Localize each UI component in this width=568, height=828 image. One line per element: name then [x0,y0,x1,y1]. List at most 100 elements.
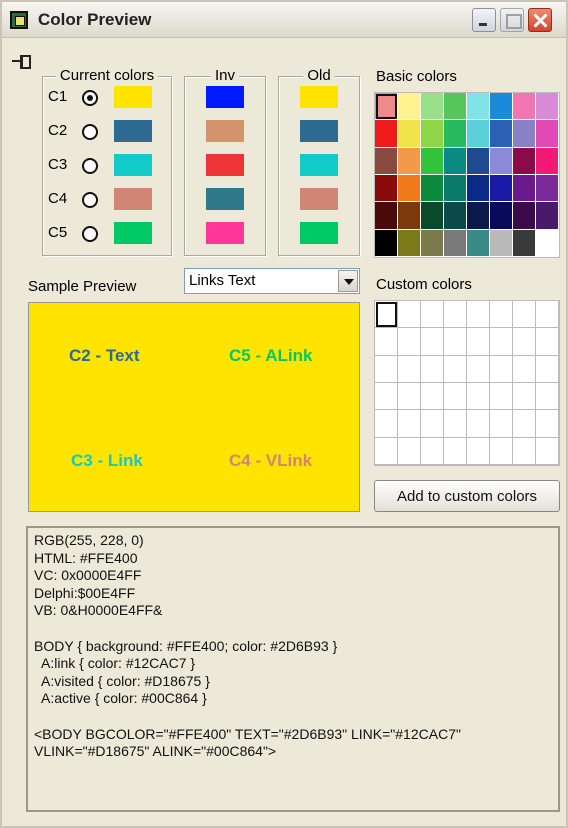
custom-color-cell[interactable] [444,301,467,329]
title-bar[interactable]: Color Preview [2,2,566,38]
inv-color-swatch[interactable] [206,120,244,142]
custom-color-cell[interactable] [375,383,398,411]
basic-color-cell[interactable] [421,229,444,257]
basic-color-cell[interactable] [467,93,490,121]
custom-color-cell[interactable] [467,301,490,329]
custom-color-cell[interactable] [467,437,490,465]
basic-color-cell[interactable] [444,202,467,230]
custom-color-cell[interactable] [536,383,559,411]
old-color-swatch[interactable] [300,86,338,108]
basic-color-cell[interactable] [375,175,398,203]
custom-color-cell[interactable] [398,383,421,411]
custom-color-cell[interactable] [398,410,421,438]
old-color-swatch[interactable] [300,222,338,244]
custom-color-cell[interactable] [467,355,490,383]
current-color-swatch[interactable] [114,222,152,244]
custom-color-cell[interactable] [513,301,536,329]
basic-color-cell[interactable] [513,229,536,257]
minimize-button[interactable] [472,8,496,32]
basic-color-cell[interactable] [444,175,467,203]
custom-color-cell[interactable] [490,410,513,438]
basic-color-cell[interactable] [375,93,398,121]
inv-color-swatch[interactable] [206,86,244,108]
custom-color-cell[interactable] [421,355,444,383]
custom-color-cell[interactable] [398,437,421,465]
basic-color-cell[interactable] [375,229,398,257]
custom-color-cell[interactable] [375,437,398,465]
basic-color-cell[interactable] [467,120,490,148]
inv-color-swatch[interactable] [206,154,244,176]
current-color-swatch[interactable] [114,188,152,210]
basic-color-cell[interactable] [444,147,467,175]
old-color-swatch[interactable] [300,154,338,176]
basic-color-cell[interactable] [421,120,444,148]
basic-color-cell[interactable] [513,202,536,230]
custom-color-cell[interactable] [490,383,513,411]
basic-color-cell[interactable] [490,93,513,121]
current-color-swatch[interactable] [114,86,152,108]
custom-color-cell[interactable] [513,410,536,438]
basic-color-cell[interactable] [467,202,490,230]
custom-color-cell[interactable] [536,437,559,465]
custom-color-cell[interactable] [398,355,421,383]
custom-color-cell[interactable] [467,383,490,411]
custom-color-cell[interactable] [444,383,467,411]
custom-color-cell[interactable] [375,355,398,383]
custom-color-cell[interactable] [444,437,467,465]
custom-color-cell[interactable] [444,355,467,383]
basic-color-cell[interactable] [375,120,398,148]
custom-color-cell[interactable] [513,328,536,356]
old-color-swatch[interactable] [300,188,338,210]
basic-color-cell[interactable] [536,202,559,230]
custom-color-cell[interactable] [375,301,398,329]
custom-color-cell[interactable] [513,355,536,383]
current-color-radio[interactable] [82,226,98,242]
basic-color-cell[interactable] [467,147,490,175]
basic-color-cell[interactable] [536,147,559,175]
custom-color-cell[interactable] [490,301,513,329]
custom-color-cell[interactable] [398,301,421,329]
custom-color-cell[interactable] [513,383,536,411]
basic-color-cell[interactable] [375,147,398,175]
basic-color-cell[interactable] [421,202,444,230]
current-color-radio[interactable] [82,90,98,106]
basic-color-cell[interactable] [536,229,559,257]
custom-color-cell[interactable] [444,328,467,356]
basic-color-cell[interactable] [398,120,421,148]
basic-color-cell[interactable] [536,175,559,203]
custom-color-cell[interactable] [490,355,513,383]
custom-color-cell[interactable] [490,328,513,356]
basic-color-cell[interactable] [490,120,513,148]
preview-mode-select[interactable]: Links Text [184,268,360,294]
custom-color-cell[interactable] [421,328,444,356]
basic-color-cell[interactable] [444,93,467,121]
custom-color-cell[interactable] [398,328,421,356]
color-code-output[interactable]: RGB(255, 228, 0) HTML: #FFE400 VC: 0x0000E… [26,526,560,812]
basic-color-cell[interactable] [490,175,513,203]
current-color-radio[interactable] [82,192,98,208]
basic-color-cell[interactable] [375,202,398,230]
basic-color-cell[interactable] [490,147,513,175]
basic-color-cell[interactable] [513,147,536,175]
custom-color-cell[interactable] [421,437,444,465]
custom-color-cell[interactable] [467,328,490,356]
basic-color-cell[interactable] [398,202,421,230]
custom-color-cell[interactable] [444,410,467,438]
basic-color-cell[interactable] [513,93,536,121]
old-color-swatch[interactable] [300,120,338,142]
current-color-radio[interactable] [82,124,98,140]
custom-color-cell[interactable] [536,355,559,383]
basic-color-cell[interactable] [490,202,513,230]
custom-color-cell[interactable] [536,301,559,329]
basic-color-cell[interactable] [398,147,421,175]
current-color-swatch[interactable] [114,120,152,142]
custom-color-cell[interactable] [513,437,536,465]
custom-color-cell[interactable] [467,410,490,438]
basic-color-cell[interactable] [398,229,421,257]
current-color-radio[interactable] [82,158,98,174]
inv-color-swatch[interactable] [206,188,244,210]
current-color-swatch[interactable] [114,154,152,176]
custom-color-cell[interactable] [421,301,444,329]
custom-color-cell[interactable] [536,410,559,438]
custom-color-cell[interactable] [536,328,559,356]
